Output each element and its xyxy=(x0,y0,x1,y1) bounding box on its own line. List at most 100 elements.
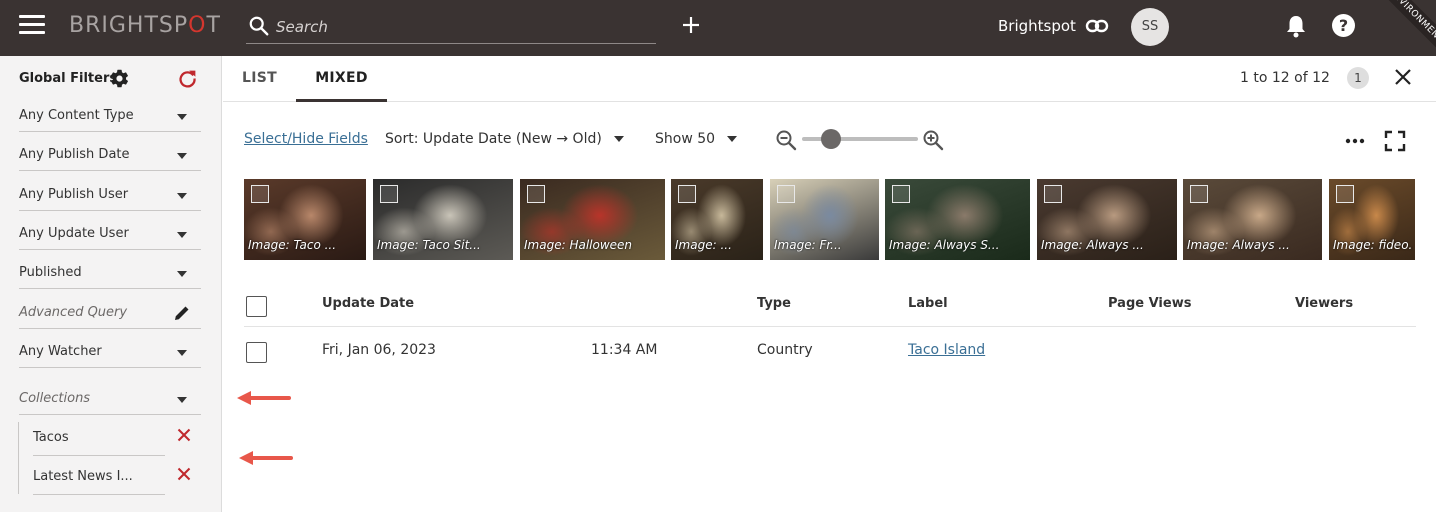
chevron-down-icon xyxy=(177,232,187,238)
chevron-down-icon xyxy=(177,193,187,199)
zoom-in-icon[interactable] xyxy=(922,129,944,151)
zoom-slider-track[interactable] xyxy=(802,137,918,141)
environment-ribbon: ENVIRONMENT xyxy=(1374,0,1436,56)
thumbnail-checkbox[interactable] xyxy=(777,185,795,203)
thumbnail-card[interactable]: Image: Always ... xyxy=(1183,179,1322,260)
remove-collection-icon[interactable] xyxy=(177,428,191,442)
filter-any-watcher[interactable]: Any Watcher xyxy=(19,332,201,368)
chevron-down-icon xyxy=(613,136,624,142)
global-filters-sidebar: Global Filters Any Content Type Any Publi… xyxy=(0,56,222,512)
show-count-label: Show 50 xyxy=(655,131,716,147)
thumbnail-checkbox[interactable] xyxy=(1044,185,1062,203)
thumbnail-checkbox[interactable] xyxy=(527,185,545,203)
user-avatar[interactable]: SS xyxy=(1131,8,1169,46)
fullscreen-icon[interactable] xyxy=(1384,130,1406,152)
thumbnail-card[interactable]: Image: Always ... xyxy=(1037,179,1177,260)
column-header-label[interactable]: Label xyxy=(908,296,948,311)
chevron-down-icon xyxy=(727,136,738,142)
thumbnail-caption: Image: fideo... xyxy=(1333,238,1413,252)
add-content-button[interactable] xyxy=(680,14,702,36)
refresh-icon[interactable] xyxy=(177,68,198,89)
thumbnail-caption: Image: ... xyxy=(675,238,732,252)
collection-label: Tacos xyxy=(33,430,69,445)
annotation-arrow-icon xyxy=(237,391,291,405)
search-input[interactable] xyxy=(276,14,646,40)
thumbnail-caption: Image: Always ... xyxy=(1187,238,1290,252)
filter-label: Any Publish User xyxy=(19,187,129,202)
thumbnail-card[interactable]: Image: ... xyxy=(671,179,763,260)
tab-list[interactable]: LIST xyxy=(223,56,296,102)
tab-mixed[interactable]: MIXED xyxy=(296,56,387,102)
thumbnail-card[interactable]: Image: Fr... xyxy=(770,179,879,260)
more-options-icon[interactable] xyxy=(1344,134,1366,148)
page-number-badge[interactable]: 1 xyxy=(1347,67,1369,89)
filter-any-publish-date[interactable]: Any Publish Date xyxy=(19,135,201,171)
thumbnail-checkbox[interactable] xyxy=(892,185,910,203)
chevron-down-icon xyxy=(177,114,187,120)
thumbnail-card[interactable]: Image: Taco ... xyxy=(244,179,366,260)
filter-any-update-user[interactable]: Any Update User xyxy=(19,214,201,250)
row-update-time: 11:34 AM xyxy=(591,342,658,358)
top-bar: BRIGHTSPOT Brightspot SS ? ENVIRONMENT xyxy=(0,0,1436,56)
close-icon[interactable] xyxy=(1393,67,1413,87)
filter-any-content-type[interactable]: Any Content Type xyxy=(19,96,201,132)
thumbnail-checkbox[interactable] xyxy=(251,185,269,203)
thumbnail-checkbox[interactable] xyxy=(1336,185,1354,203)
site-switcher[interactable]: Brightspot xyxy=(998,17,1076,35)
thumbnail-card[interactable]: Image: fideo... xyxy=(1329,179,1415,260)
column-header-viewers[interactable]: Viewers xyxy=(1295,296,1353,311)
search-icon[interactable] xyxy=(248,15,270,37)
row-update-date: Fri, Jan 06, 2023 xyxy=(322,342,436,358)
row-type: Country xyxy=(757,342,813,358)
column-header-type[interactable]: Type xyxy=(757,296,791,311)
zoom-out-icon[interactable] xyxy=(775,129,797,151)
global-filters-title: Global Filters xyxy=(19,71,118,86)
select-all-checkbox[interactable] xyxy=(246,296,267,317)
notifications-bell-icon[interactable] xyxy=(1284,13,1308,39)
thumbnail-card[interactable]: Image: Halloween xyxy=(520,179,665,260)
thumbnail-card[interactable]: Image: Always S... xyxy=(885,179,1030,260)
search-bar xyxy=(246,10,656,44)
column-header-update-date[interactable]: Update Date xyxy=(322,296,414,311)
thumbnail-checkbox[interactable] xyxy=(1190,185,1208,203)
table-divider xyxy=(244,326,1416,327)
chevron-down-icon xyxy=(177,271,187,277)
filter-label: Published xyxy=(19,265,82,280)
chevron-down-icon xyxy=(177,397,187,403)
collection-label: Latest News I... xyxy=(33,469,133,484)
filter-collections[interactable]: Collections xyxy=(19,379,201,415)
sort-dropdown[interactable]: Sort: Update Date (New → Old) xyxy=(385,131,624,147)
gear-icon[interactable] xyxy=(109,68,130,89)
zoom-slider-thumb[interactable] xyxy=(821,129,841,149)
thumbnail-caption: Image: Halloween xyxy=(524,238,633,252)
result-count: 1 to 12 of 12 xyxy=(1240,70,1330,86)
collection-underline xyxy=(33,494,165,495)
thumbnail-caption: Image: Taco Sit... xyxy=(377,238,481,252)
row-checkbox[interactable] xyxy=(246,342,267,363)
column-header-page-views[interactable]: Page Views xyxy=(1108,296,1191,311)
thumbnail-caption: Image: Always S... xyxy=(889,238,1000,252)
remove-collection-icon[interactable] xyxy=(177,467,191,481)
filter-label: Collections xyxy=(19,391,91,406)
collection-item[interactable]: Latest News I... xyxy=(33,455,201,495)
thumbnail-checkbox[interactable] xyxy=(678,185,696,203)
show-count-dropdown[interactable]: Show 50 xyxy=(655,131,738,147)
select-hide-fields-link[interactable]: Select/Hide Fields xyxy=(244,131,368,147)
filter-label: Advanced Query xyxy=(19,305,128,320)
chevron-down-icon xyxy=(177,153,187,159)
brightspot-logo[interactable]: BRIGHTSPOT xyxy=(69,13,221,38)
filter-advanced-query[interactable]: Advanced Query xyxy=(19,293,201,329)
row-label-link[interactable]: Taco Island xyxy=(908,342,985,358)
filter-label: Any Publish Date xyxy=(19,147,130,162)
thumbnail-checkbox[interactable] xyxy=(380,185,398,203)
pencil-icon[interactable] xyxy=(173,304,191,322)
collection-item[interactable]: Tacos xyxy=(33,416,201,456)
hamburger-menu-icon[interactable] xyxy=(19,15,45,35)
filter-published[interactable]: Published xyxy=(19,253,201,289)
thumbnail-card[interactable]: Image: Taco Sit... xyxy=(373,179,513,260)
link-icon[interactable] xyxy=(1085,15,1109,37)
filter-any-publish-user[interactable]: Any Publish User xyxy=(19,175,201,211)
help-icon[interactable]: ? xyxy=(1332,14,1355,37)
collections-tree-line xyxy=(18,422,19,494)
sort-label: Sort: Update Date (New → Old) xyxy=(385,131,602,147)
